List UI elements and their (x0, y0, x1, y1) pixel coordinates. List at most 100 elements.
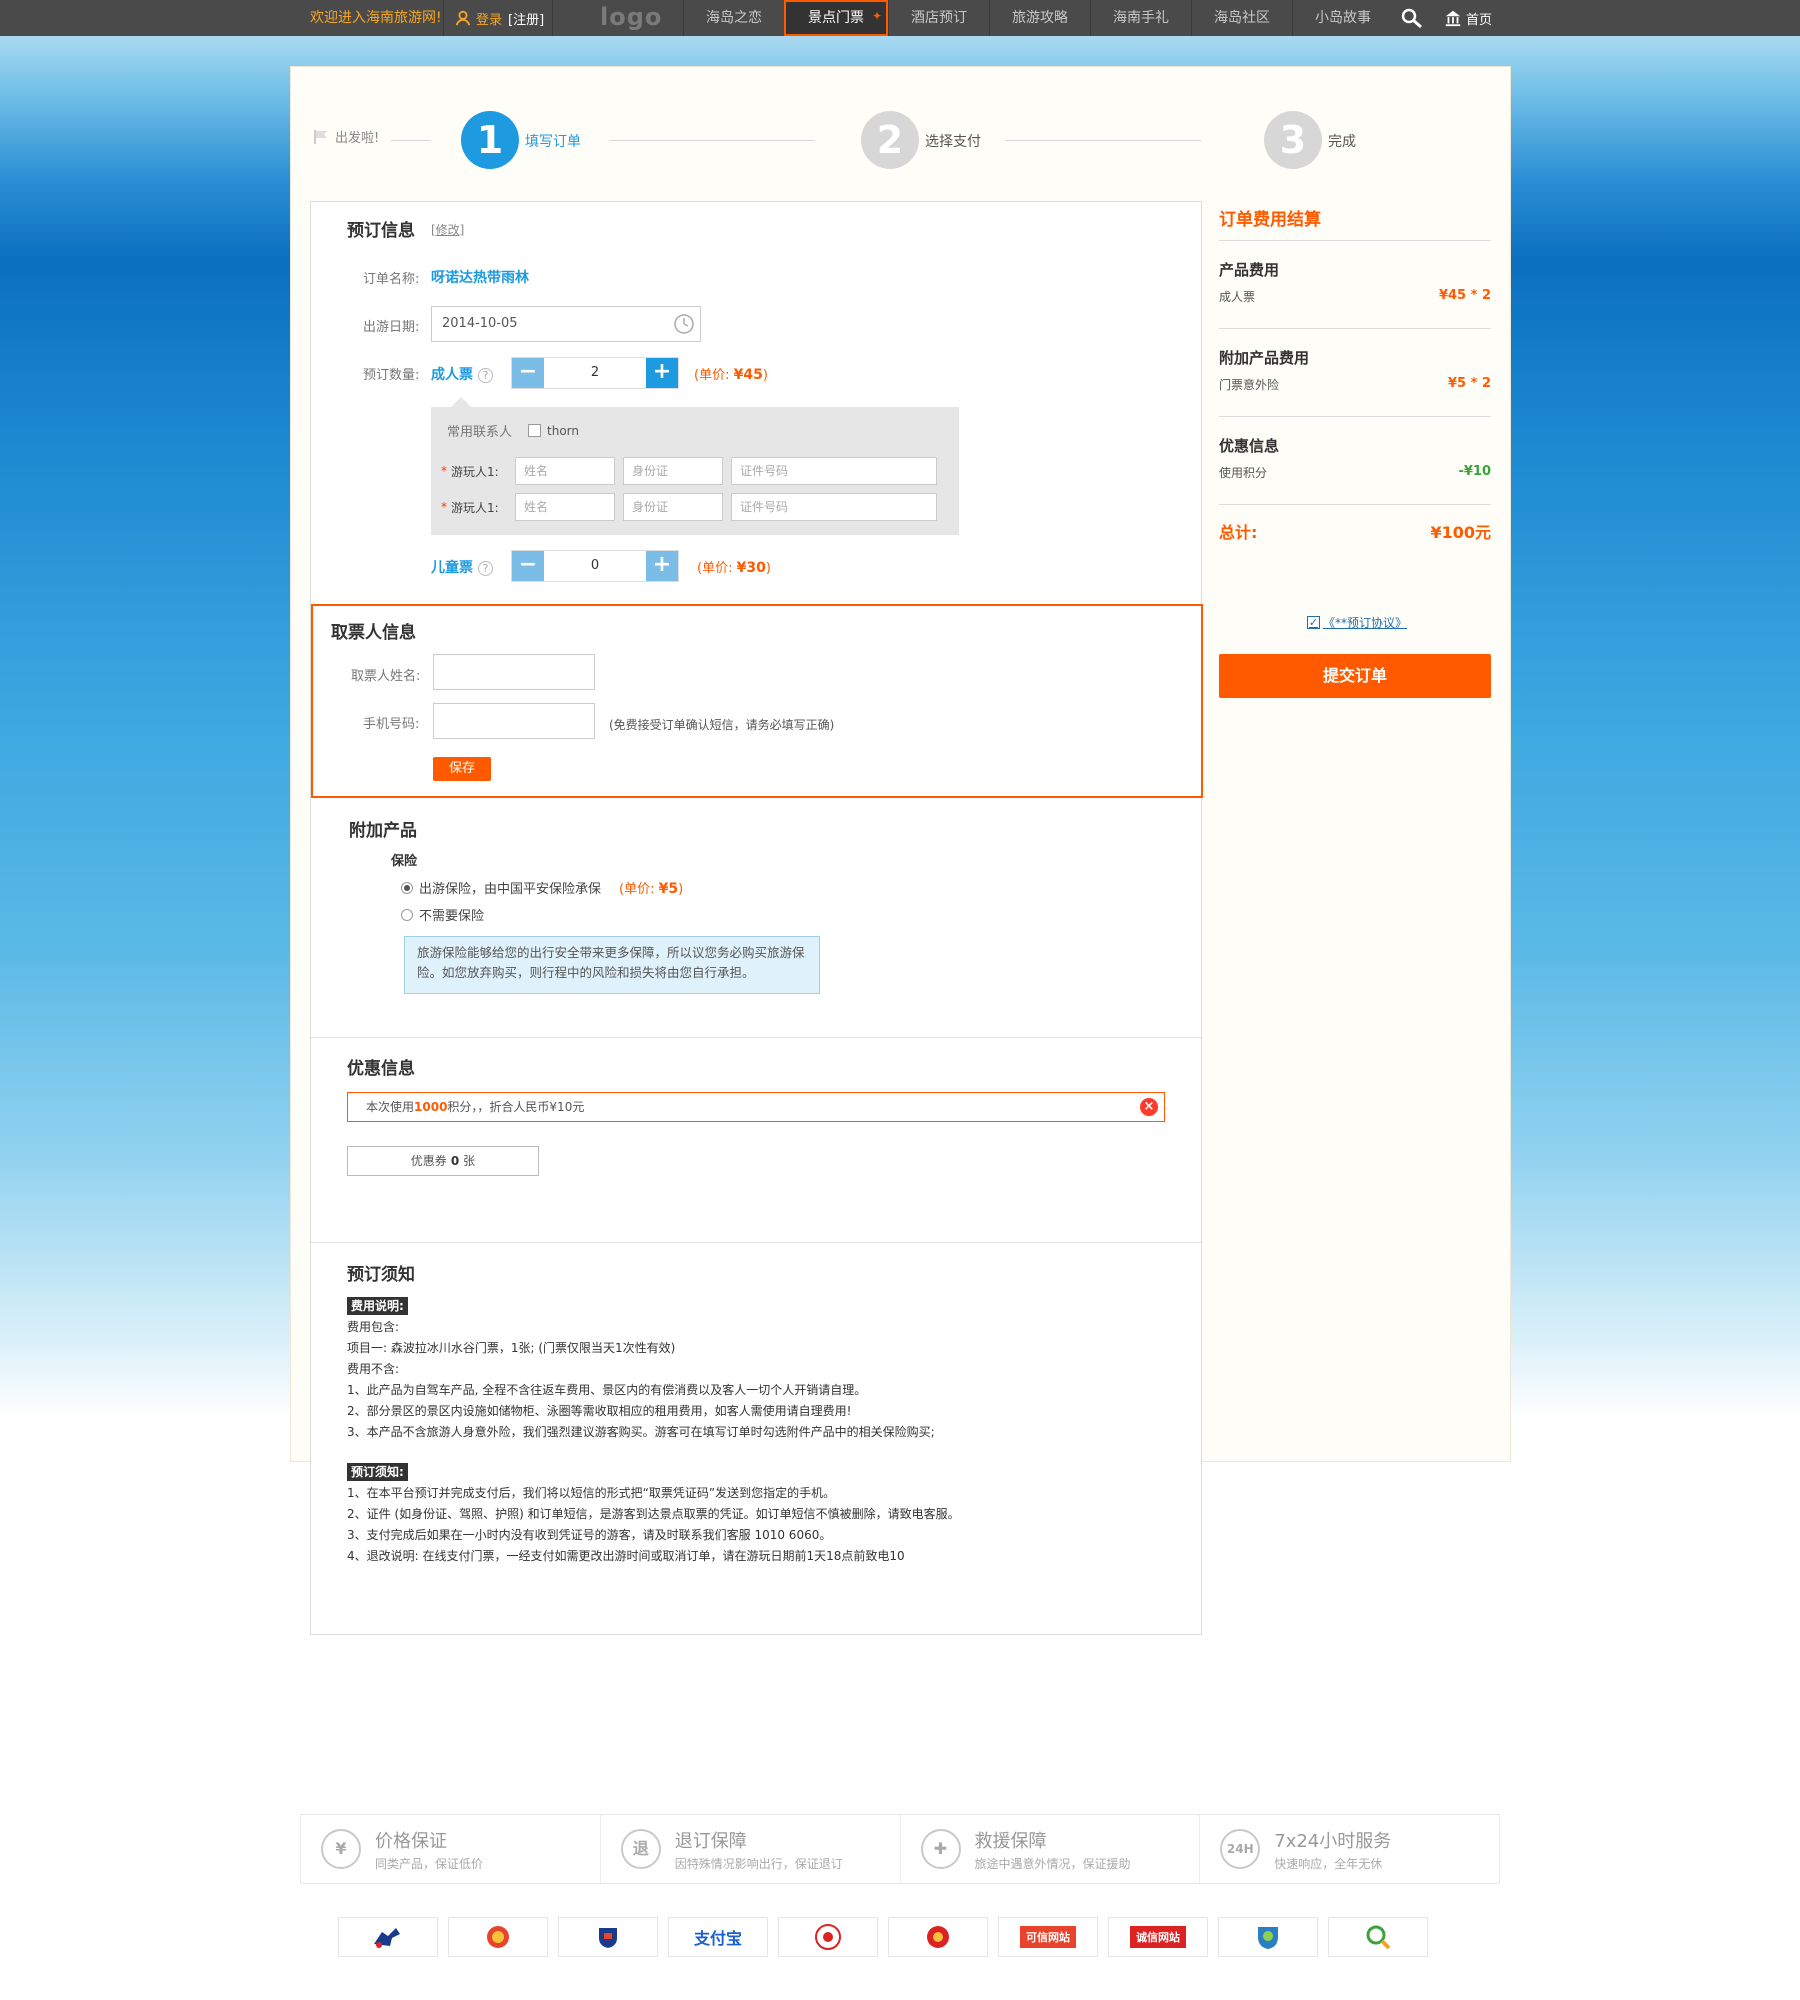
no-insurance-option[interactable]: 不需要保险 (401, 905, 484, 924)
close-icon[interactable]: × (1140, 1098, 1158, 1116)
contact-checkbox[interactable] (528, 424, 542, 437)
child-qty[interactable]: 0 (544, 551, 646, 581)
traveler-id-type-input[interactable]: 身份证 (623, 493, 723, 521)
traveler-panel: 常用联系人 thorn * 游玩人1: 姓名 身份证 证件号码 * 游玩人1: … (431, 397, 959, 535)
nav-island-love[interactable]: 海岛之恋 (683, 0, 784, 36)
calendar-icon[interactable] (673, 313, 695, 335)
traveler-id-number-input[interactable]: 证件号码 (731, 493, 937, 521)
child-minus-button[interactable]: − (512, 551, 544, 581)
discount-fee-title: 优惠信息 (1219, 437, 1280, 455)
phone-hint: (免费接受订单确认短信，请务必填写正确) (609, 718, 835, 732)
traveler-id-type-input[interactable]: 身份证 (623, 457, 723, 485)
nav-hotels[interactable]: 酒店预订 (888, 0, 989, 36)
home-link[interactable]: 首页 (1444, 0, 1492, 36)
login-link[interactable]: 登录 (476, 9, 502, 28)
nav-stories[interactable]: 小岛故事 (1292, 0, 1393, 36)
nav-community[interactable]: 海岛社区 (1191, 0, 1292, 36)
badge-shield-icon[interactable] (558, 1917, 658, 1957)
step-3-label: 完成 (1328, 134, 1356, 150)
badge-trusted-site[interactable]: 可信网站 (998, 1917, 1098, 1957)
product-item: 成人票 (1219, 290, 1256, 304)
edit-link[interactable]: [修改] (431, 221, 464, 238)
adult-price-value: ¥45 (733, 367, 763, 383)
coupon-prefix: 优惠券 (410, 1154, 447, 1168)
radio-unselected[interactable] (401, 908, 413, 921)
help-icon[interactable]: ? (478, 368, 493, 383)
submit-order-button[interactable]: 提交订单 (1219, 654, 1491, 698)
contacts-label: 常用联系人 (447, 425, 513, 440)
nav-gifts[interactable]: 海南手礼 (1090, 0, 1191, 36)
coupon-count[interactable]: 优惠券 0 张 (347, 1146, 539, 1176)
radio-selected[interactable] (401, 881, 413, 894)
main-nav: 海岛之恋 景点门票 ✦ 酒店预订 旅游攻略 海南手礼 海岛社区 小岛故事 (683, 0, 1393, 36)
points-prefix: 本次使用 (366, 1100, 415, 1114)
adult-qty-stepper: − 2 + (511, 357, 679, 389)
summary-discount: 优惠信息 使用积分 -¥10 (1219, 417, 1491, 505)
price-suffix: ) (762, 368, 768, 383)
search-icon[interactable] (1400, 7, 1424, 29)
price-prefix: (单价: (619, 882, 659, 897)
traveler-name-input[interactable]: 姓名 (515, 457, 615, 485)
points-suffix: 积分，，折合人民币¥10元 (447, 1100, 585, 1114)
register-link[interactable]: [注册] (508, 9, 544, 28)
product-value: ¥45 * 2 (1438, 288, 1491, 303)
step-1-circle: 1 (461, 111, 519, 169)
child-plus-button[interactable]: + (646, 551, 678, 581)
traveler-name-input[interactable]: 姓名 (515, 493, 615, 521)
badge-integrity-site[interactable]: 诚信网站 (1108, 1917, 1208, 1957)
badge-globe-shield-icon[interactable] (1218, 1917, 1318, 1957)
no-insurance-label: 不需要保险 (419, 909, 485, 924)
date-input[interactable]: 2014-10-05 (431, 306, 701, 342)
adult-qty[interactable]: 2 (544, 358, 646, 388)
refund-icon: 退 (620, 1829, 661, 1869)
badge-emblem-icon[interactable] (888, 1917, 988, 1957)
nav-guides[interactable]: 旅游攻略 (989, 0, 1090, 36)
badge-alipay[interactable]: 支付宝 (668, 1917, 768, 1957)
notice-line: 1、在本平台预订并完成支付后，我们将以短信的形式把“取票凭证码”发送到您指定的手… (347, 1486, 836, 1500)
guarantee-desc: 同类产品，保证低价 (375, 1856, 484, 1871)
traveler-id-number-input[interactable]: 证件号码 (731, 457, 937, 485)
order-name[interactable]: 呀诺达热带雨林 (431, 267, 529, 287)
child-price: (单价: ¥30) (697, 557, 771, 576)
adult-minus-button[interactable]: − (512, 358, 544, 388)
login-area[interactable]: 登录 [注册] (443, 0, 553, 36)
save-button[interactable]: 保存 (433, 757, 491, 781)
total-label: 总计: (1219, 523, 1258, 542)
child-qty-stepper: − 0 + (511, 550, 679, 582)
guarantee-price: ¥ 价格保证 同类产品，保证低价 (301, 1815, 601, 1883)
badge-police-icon[interactable] (448, 1917, 548, 1957)
pickup-name-input[interactable] (433, 654, 595, 690)
agreement-link[interactable]: ✓ 《**预订协议》 (1307, 614, 1407, 631)
panel-arrow (451, 397, 471, 407)
phone-input[interactable] (433, 703, 595, 739)
summary-product: 产品费用 成人票 ¥45 * 2 (1219, 241, 1491, 329)
step-2-label: 选择支付 (925, 134, 981, 150)
order-summary: 订单费用结算 产品费用 成人票 ¥45 * 2 附加产品费用 门票意外险 ¥5 … (1219, 205, 1491, 555)
addon-fee-item: 门票意外险 (1219, 378, 1280, 392)
agree-checkbox[interactable]: ✓ (1307, 616, 1320, 629)
step-line (1005, 140, 1201, 141)
flag-icon (314, 129, 327, 144)
agreement-text[interactable]: 《**预订协议》 (1323, 614, 1407, 631)
discount-fee-item: 使用积分 (1219, 466, 1268, 480)
adult-plus-button[interactable]: + (646, 358, 678, 388)
site-logo[interactable]: logo (600, 0, 662, 36)
insurance-option[interactable]: 出游保险，由中国平安保险承保 (单价: ¥5) (401, 878, 683, 897)
child-ticket-label: 儿童票 (431, 560, 473, 576)
badge-magnifier-icon[interactable] (1328, 1917, 1428, 1957)
traveler-label: 游玩人1: (451, 500, 499, 515)
addon-title: 附加产品 (349, 821, 417, 841)
badge-seal-icon[interactable] (778, 1917, 878, 1957)
guarantee-service: 24H 7x24小时服务 快速响应，全年无休 (1200, 1815, 1499, 1883)
yen-icon: ¥ (321, 1829, 361, 1869)
help-icon[interactable]: ? (478, 561, 493, 576)
notice-line: 3、支付完成后如果在一小时内没有收到凭证号的游客，请及时联系我们客服 1010 … (347, 1528, 832, 1542)
notice-line: 3、本产品不含旅游人身意外险，我们强烈建议游客购买。游客可在填写订单时勾选附件产… (347, 1425, 935, 1439)
step-3-circle: 3 (1264, 111, 1322, 169)
progress-steps: 出发啦! 1 填写订单 2 选择支付 3 完成 (291, 67, 1512, 197)
guarantee-title: 救援保障 (974, 1830, 1047, 1852)
divider (311, 1037, 1201, 1038)
badge-horse-icon[interactable] (338, 1917, 438, 1957)
required-mark: * (441, 464, 447, 478)
nav-tickets[interactable]: 景点门票 ✦ (784, 0, 888, 36)
